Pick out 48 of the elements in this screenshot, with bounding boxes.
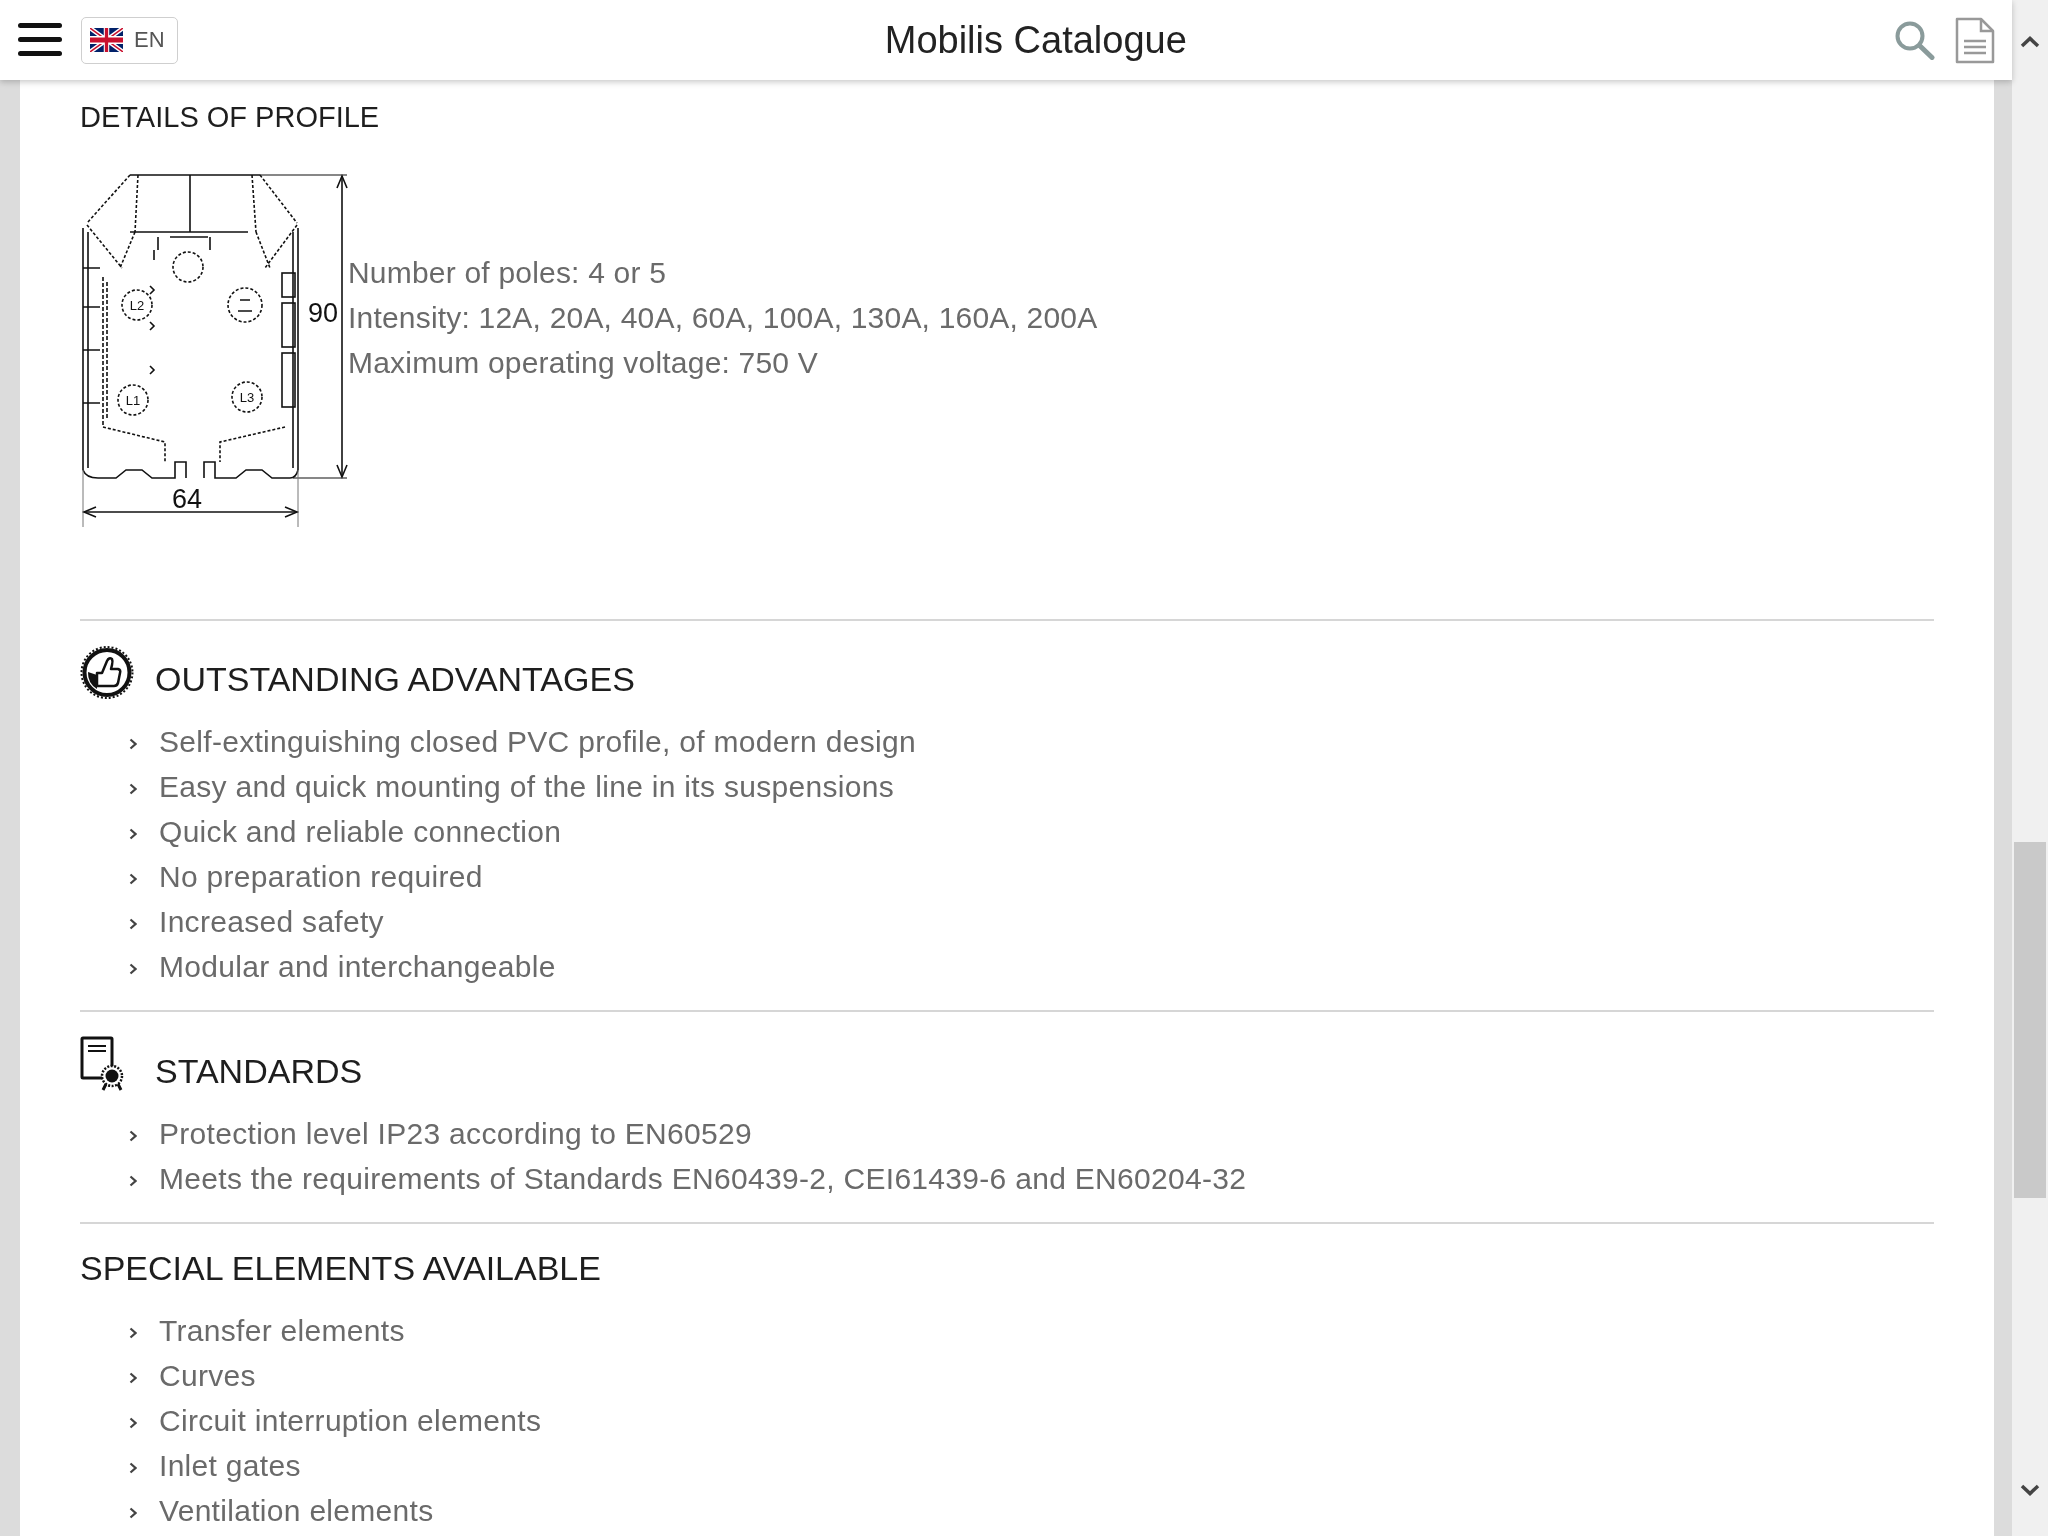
section-heading: OUTSTANDING ADVANTAGES — [155, 659, 635, 700]
section-heading: STANDARDS — [155, 1051, 363, 1092]
thumbs-up-badge-icon — [80, 645, 134, 700]
list-item: Transfer elements — [159, 1313, 405, 1349]
chevron-icon — [129, 1129, 137, 1142]
list-item: Easy and quick mounting of the line in its suspensions — [159, 769, 894, 805]
scrollbar-thumb[interactable] — [2014, 842, 2046, 1198]
chevron-icon — [129, 827, 137, 840]
list-item: Meets the requirements of Standards EN60439-2, CEI61439-6 and EN60204-32 — [159, 1161, 1247, 1197]
conductor-label: L2 — [129, 298, 145, 313]
list-item: Self-extinguishing closed PVC profile, of modern design — [159, 724, 916, 760]
chevron-icon — [129, 1461, 137, 1474]
search-icon[interactable] — [1894, 20, 1935, 60]
list-item: Curves — [159, 1358, 256, 1394]
chevron-icon — [129, 872, 137, 885]
list-item: Circuit interruption elements — [159, 1403, 542, 1439]
section-heading: DETAILS OF PROFILE — [80, 100, 381, 135]
chevron-icon — [129, 1416, 137, 1429]
dimension-label: 90 — [307, 298, 338, 328]
flag-icon — [90, 28, 123, 52]
spec-line: Intensity: 12A, 20A, 40A, 60A, 100A, 130A, 160A, 200A — [348, 300, 1098, 336]
section-heading: SPECIAL ELEMENTS AVAILABLE — [80, 1248, 601, 1289]
chevron-icon — [129, 1371, 137, 1384]
chevron-icon — [129, 917, 137, 930]
list-item: Increased safety — [159, 904, 384, 940]
list-item: Inlet gates — [159, 1448, 301, 1484]
language-button[interactable]: EN — [81, 16, 178, 64]
list-item: Ventilation elements — [159, 1493, 434, 1529]
app-title: Mobilis Catalogue — [884, 18, 1187, 62]
spec-line: Maximum operating voltage: 750 V — [348, 345, 819, 381]
conductor-label: L3 — [239, 390, 255, 405]
conductor-label: L1 — [125, 393, 141, 408]
menu-icon[interactable] — [18, 23, 62, 57]
list-item: No preparation required — [159, 859, 483, 895]
document-icon[interactable] — [1953, 16, 1996, 64]
chevron-icon — [129, 1174, 137, 1187]
chevron-icon — [129, 1506, 137, 1519]
list-item: Quick and reliable connection — [159, 814, 562, 850]
chevron-icon — [129, 1326, 137, 1339]
spec-line: Number of poles: 4 or 5 — [348, 255, 668, 291]
chevron-icon — [129, 962, 137, 975]
dimension-label: 64 — [172, 484, 202, 514]
list-item: Protection level IP23 according to EN60529 — [159, 1116, 752, 1152]
chevron-icon — [129, 737, 137, 750]
list-item: Modular and interchangeable — [159, 949, 556, 985]
chevron-up-icon[interactable] — [2020, 36, 2040, 48]
chevron-icon — [129, 782, 137, 795]
chevron-down-icon[interactable] — [2020, 1484, 2040, 1496]
